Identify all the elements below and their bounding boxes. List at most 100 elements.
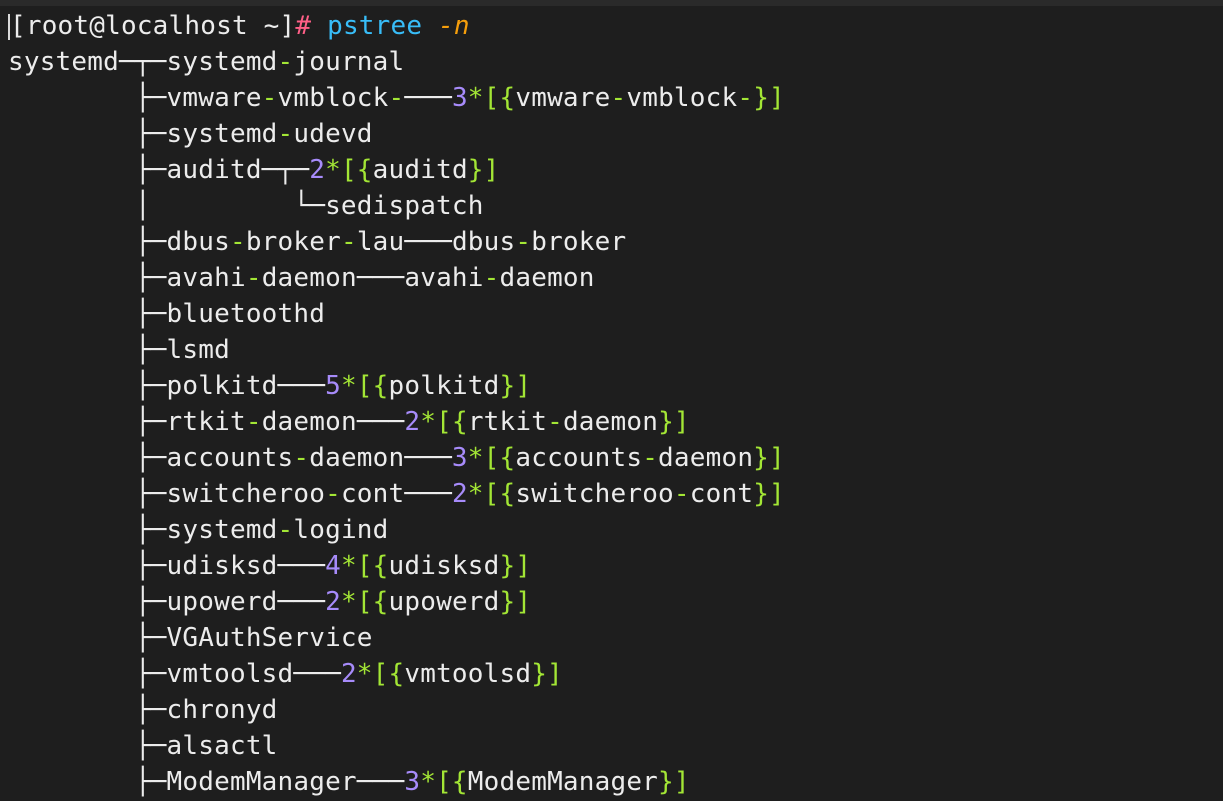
tree-branch: ├─: [8, 551, 167, 581]
tree-branch: │: [8, 191, 151, 221]
tree-line: ├─ModemManager───3*[{ModemManager}]: [8, 764, 785, 800]
process-name: systemd: [166, 515, 278, 545]
process-name: vmblock: [277, 83, 389, 113]
tree-connector: ───: [293, 659, 341, 689]
tree-connector: ───: [277, 551, 326, 581]
separator-char: *: [420, 767, 437, 797]
separator-char: -: [245, 263, 262, 293]
thread-bracket: }]: [658, 407, 690, 437]
separator-char: *: [356, 659, 373, 689]
separator-char: -: [515, 227, 532, 257]
process-name: ModemManager: [467, 767, 659, 797]
process-name: vmtoolsd: [404, 659, 532, 689]
process-name: sedispatch: [325, 191, 484, 221]
process-name: polkitd: [388, 371, 500, 401]
process-tree: systemd─┬─systemd-journal ├─vmware-vmblo…: [8, 44, 785, 800]
process-name: dbus: [166, 227, 230, 257]
tree-line: ├─upowerd───2*[{upowerd}]: [8, 584, 785, 620]
separator-char: *: [340, 587, 357, 617]
tree-line: ├─bluetoothd: [8, 296, 785, 332]
tree-line: ├─auditd─┬─2*[{auditd}]: [8, 152, 785, 188]
process-name: vmblock: [626, 83, 738, 113]
process-name: daemon: [261, 407, 357, 437]
separator-char: *: [467, 443, 484, 473]
separator-char: -: [483, 263, 500, 293]
tree-branch: ├─: [8, 335, 167, 365]
thread-bracket: [{: [483, 443, 516, 473]
thread-count: 2: [309, 155, 326, 185]
tree-connector: ───: [404, 479, 452, 509]
thread-bracket: [{: [436, 767, 468, 797]
process-name: dbus: [451, 227, 516, 257]
process-name: udevd: [293, 119, 373, 149]
prompt-user-host: [root@localhost ~]: [10, 11, 296, 41]
process-name: daemon: [261, 263, 357, 293]
tree-connector: ───: [404, 83, 452, 113]
tree-branch: ├─: [8, 767, 167, 797]
separator-char: -: [547, 407, 563, 437]
process-name: switcheroo: [515, 479, 674, 509]
tree-branch: ├─: [8, 731, 167, 761]
tree-line: ├─udisksd───4*[{udisksd}]: [8, 548, 785, 584]
separator-char: -: [277, 47, 294, 77]
process-name: systemd: [166, 119, 278, 149]
tree-line: │ └─sedispatch: [8, 188, 785, 224]
terminal-window[interactable]: [root@localhost ~]# pstree -n systemd─┬─…: [0, 0, 1223, 801]
tree-connector: ───: [356, 263, 405, 293]
separator-char: -: [642, 443, 659, 473]
tree-line: systemd─┬─systemd-journal: [8, 44, 785, 80]
thread-bracket: [{: [372, 659, 405, 689]
tree-branch: ├─: [8, 515, 167, 545]
thread-bracket: }]: [753, 479, 785, 509]
tree-line: ├─vmtoolsd───2*[{vmtoolsd}]: [8, 656, 785, 692]
thread-bracket: [{: [356, 551, 389, 581]
tree-line: ├─systemd-logind: [8, 512, 785, 548]
thread-count: 2: [404, 407, 421, 437]
separator-char: *: [420, 407, 437, 437]
separator-char: *: [340, 551, 357, 581]
tree-branch: ├─: [8, 587, 167, 617]
separator-char: -: [229, 227, 246, 257]
separator-char: -: [277, 119, 294, 149]
process-name: cont: [689, 479, 754, 509]
thread-bracket: [{: [483, 479, 516, 509]
tree-line: ├─alsactl: [8, 728, 785, 764]
tree-branch: ├─: [8, 371, 167, 401]
thread-count: 5: [325, 371, 341, 401]
tree-branch: ├─: [8, 443, 167, 473]
thread-bracket: }]: [531, 659, 563, 689]
thread-bracket: }]: [658, 767, 690, 797]
tree-line: ├─avahi-daemon───avahi-daemon: [8, 260, 785, 296]
tree-line: ├─polkitd───5*[{polkitd}]: [8, 368, 785, 404]
process-name: rtkit: [166, 407, 246, 437]
previous-output-strip: [0, 0, 1223, 6]
tree-connector: ───: [404, 227, 452, 257]
separator-char: -: [673, 479, 690, 509]
separator-char: -: [737, 83, 754, 113]
tree-connector: └─: [150, 191, 326, 221]
process-name: logind: [293, 515, 389, 545]
thread-bracket: [{: [436, 407, 468, 437]
thread-count: 2: [340, 659, 357, 689]
separator-char: -: [277, 515, 294, 545]
separator-char: *: [340, 371, 357, 401]
command-flag: -n: [438, 11, 470, 41]
process-name: accounts: [515, 443, 643, 473]
process-name: udisksd: [388, 551, 500, 581]
process-name: auditd: [372, 155, 468, 185]
thread-bracket: [{: [356, 587, 389, 617]
tree-line: ├─lsmd: [8, 332, 785, 368]
tree-branch: ├─: [8, 623, 167, 653]
tree-line: ├─chronyd: [8, 692, 785, 728]
separator-char: *: [325, 155, 341, 185]
process-name: switcheroo: [166, 479, 326, 509]
thread-bracket: }]: [467, 155, 500, 185]
thread-bracket: [{: [340, 155, 373, 185]
process-name: chronyd: [166, 695, 278, 725]
tree-branch: ├─: [8, 263, 167, 293]
process-name: upowerd: [166, 587, 278, 617]
thread-count: 3: [451, 443, 468, 473]
tree-branch: ├─: [8, 119, 167, 149]
separator-char: -: [610, 83, 627, 113]
separator-char: -: [388, 83, 405, 113]
